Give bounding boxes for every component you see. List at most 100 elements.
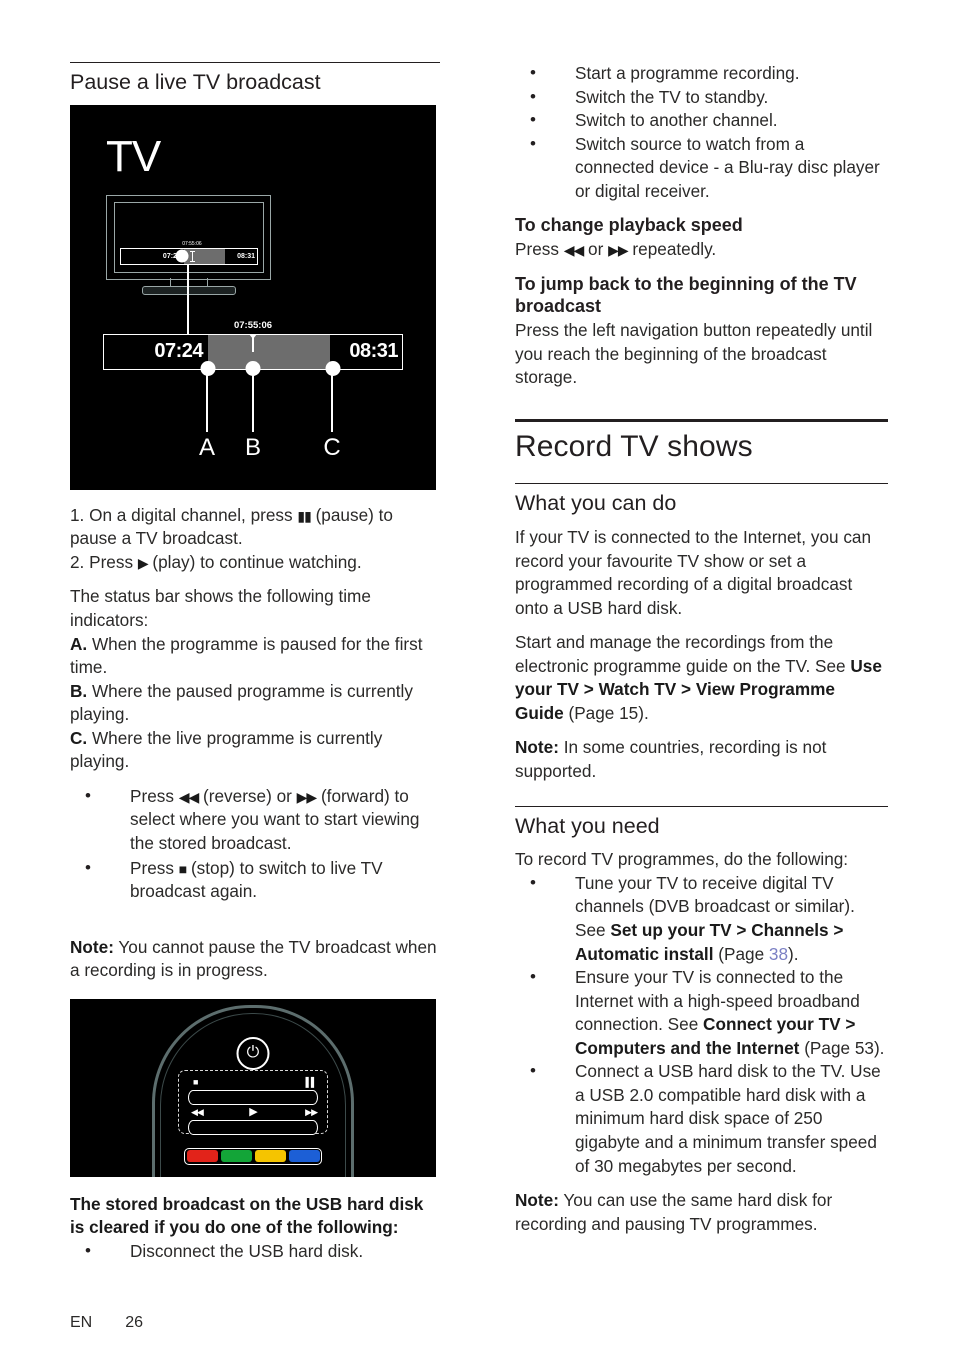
need-b1-crossref: Set up your TV > Channels > Automatic in… (575, 919, 844, 964)
speed-post: repeatedly. (627, 239, 717, 260)
note-same-disk: Note: You can use the same hard disk for… (515, 1189, 888, 1236)
section-rule-what-you-need (515, 805, 888, 807)
fast-forward-icon: ▶▶ (296, 788, 318, 805)
timeline-marker-c (325, 360, 341, 376)
need-b2-post: (Page 53). (799, 1037, 885, 1058)
wycd-post: (Page 15). (563, 702, 649, 723)
note-countries: Note: In some countries, recording is no… (515, 736, 888, 783)
list-item: Press ■ (stop) to switch to live TV broa… (70, 856, 440, 904)
speed-mid: or (583, 239, 609, 260)
yellow-button (254, 1150, 286, 1163)
note-pause: Note: You cannot pause the TV broadcast … (70, 936, 440, 983)
tv-onscreen-current-time: 07:55:06 (182, 240, 202, 247)
pause-icon: ▐▐ (302, 1076, 314, 1087)
note-text: You cannot pause the TV broadcast when a… (70, 936, 437, 981)
play-icon: ▶ (137, 554, 149, 571)
play-icon: ▶ (249, 1105, 258, 1118)
fast-forward-icon: ▶▶ (305, 1106, 318, 1117)
page-footer: EN 26 (70, 1314, 143, 1332)
timeline-marker-a (200, 360, 216, 376)
fast-forward-icon: ▶▶ (608, 242, 629, 259)
step-2-pre: 2. Press (70, 551, 138, 572)
list-item: Ensure your TV is connected to the Inter… (515, 965, 888, 1060)
top-bullets: Start a programme recording. Switch the … (515, 61, 888, 204)
indicator-a-text: When the programme is paused for the fir… (70, 633, 423, 678)
what-you-need-intro: To record TV programmes, do the followin… (515, 849, 849, 870)
figure-tv-timeline: TV 07:24 08:31 07:55:06 07:24 08:31 07:5… (70, 104, 436, 490)
list-item: Disconnect the USB hard disk. (70, 1239, 440, 1264)
red-button (186, 1150, 218, 1163)
indicator-c-text: Where the live programme is currently pl… (70, 727, 383, 772)
bullet-reverse-pre: Press (130, 785, 179, 806)
list-item: Start a programme recording. (515, 61, 888, 86)
list-item: Tune your TV to receive digital TV chann… (515, 871, 888, 966)
timeline-buffer-segment (208, 334, 330, 369)
chapter-title: Record TV shows (515, 429, 753, 463)
remote-button-row-bottom (188, 1119, 318, 1135)
indicator-b: B. Where the paused programme is current… (70, 680, 440, 727)
indicator-a: A. When the programme is paused for the … (70, 633, 440, 680)
list-item: Switch to another channel. (515, 108, 888, 133)
page-link-38[interactable]: 38 (769, 944, 788, 964)
blue-button (288, 1150, 320, 1163)
timeline-bar: 07:24 08:31 07:55:06 (103, 320, 403, 376)
indicator-c: C. Where the live programme is currently… (70, 727, 440, 774)
what-you-need-heading: What you need (515, 813, 660, 838)
indicator-b-label: B. (70, 680, 88, 701)
what-you-can-do-heading: What you can do (515, 491, 677, 516)
bullet-reverse-mid: (reverse) or (198, 785, 297, 806)
remote-outline: ⏻ ■ ▐▐ ◀◀ ▶ ▶▶ (152, 1004, 354, 1177)
stop-icon: ■ (193, 1076, 199, 1087)
what-you-need-bullets: Tune your TV to receive digital TV chann… (515, 871, 888, 1178)
green-button (220, 1150, 252, 1163)
footer-page-number: 26 (125, 1314, 144, 1331)
list-item: Switch the TV to standby. (515, 85, 888, 110)
what-you-can-do-paragraph-2: Start and manage the recordings from the… (515, 631, 888, 725)
indicator-c-label: C. (70, 727, 88, 748)
figure-tv-label: TV (106, 131, 161, 181)
cleared-bullets: Disconnect the USB hard disk. (70, 1239, 440, 1264)
timeline-current-time: 07:55:06 (233, 319, 273, 331)
power-icon: ⏻ (236, 1036, 270, 1070)
playback-bullets: Press ◀◀ (reverse) or ▶▶ (forward) to se… (70, 784, 440, 904)
tv-onscreen-status-bar: 07:24 08:31 07:55:06 (120, 241, 258, 265)
need-b1-post: ). (788, 943, 799, 964)
bullet-stop-pre: Press (130, 857, 179, 878)
speed-pre: Press (515, 239, 564, 260)
left-column: Pause a live TV broadcast TV 07:24 08:31… (70, 62, 440, 1275)
wycd-pre: Start and manage the recordings from the… (515, 632, 851, 676)
step-1-pre: 1. On a digital channel, press (70, 504, 298, 525)
cleared-heading-text: The stored broadcast on the USB hard dis… (70, 1193, 424, 1238)
playback-speed-heading: To change playback speed (515, 215, 743, 236)
figure-remote-control: ⏻ ■ ▐▐ ◀◀ ▶ ▶▶ (70, 998, 436, 1177)
note-label: Note: (515, 1190, 559, 1211)
rewind-icon: ◀◀ (563, 242, 585, 259)
page-title: Pause a live TV broadcast (70, 70, 321, 94)
footer-language: EN (70, 1314, 93, 1331)
timeline-start-time: 07:24 (104, 334, 208, 369)
timeline-label-a: A (198, 433, 216, 461)
jump-back-heading: To jump back to the beginning of the TV … (515, 273, 857, 317)
chapter-rule (515, 418, 888, 422)
need-b1-mid: (Page (713, 943, 769, 964)
section-rule-what-you-can-do (515, 483, 888, 485)
jump-back-text: Press the left navigation button repeate… (515, 319, 873, 388)
what-you-can-do-paragraph-1: If your TV is connected to the Internet,… (515, 526, 872, 618)
status-bar-intro: The status bar shows the following time … (70, 586, 371, 630)
timeline-label-b: B (244, 433, 262, 461)
tv-onscreen-marker-dot (175, 249, 189, 263)
list-item: Switch source to watch from a connected … (515, 132, 888, 204)
leader-line-c (331, 369, 333, 432)
tv-onscreen-start-time: 07:24 (121, 248, 184, 264)
remote-playback-zone (178, 1069, 328, 1134)
note-label: Note: (515, 737, 559, 758)
tv-onscreen-playhead-icon (189, 250, 195, 262)
timeline-end-time: 08:31 (330, 334, 402, 369)
leader-line-b (252, 369, 254, 432)
tv-onscreen-end-time: 08:31 (225, 248, 257, 264)
remote-colour-buttons (184, 1147, 322, 1165)
step-2-post: (play) to continue watching. (147, 551, 362, 572)
list-item: Press ◀◀ (reverse) or ▶▶ (forward) to se… (70, 784, 440, 856)
timeline-diagram: 07:24 08:31 07:55:06 A B C (103, 320, 403, 461)
list-item: Connect a USB hard disk to the TV. Use a… (515, 1059, 888, 1178)
